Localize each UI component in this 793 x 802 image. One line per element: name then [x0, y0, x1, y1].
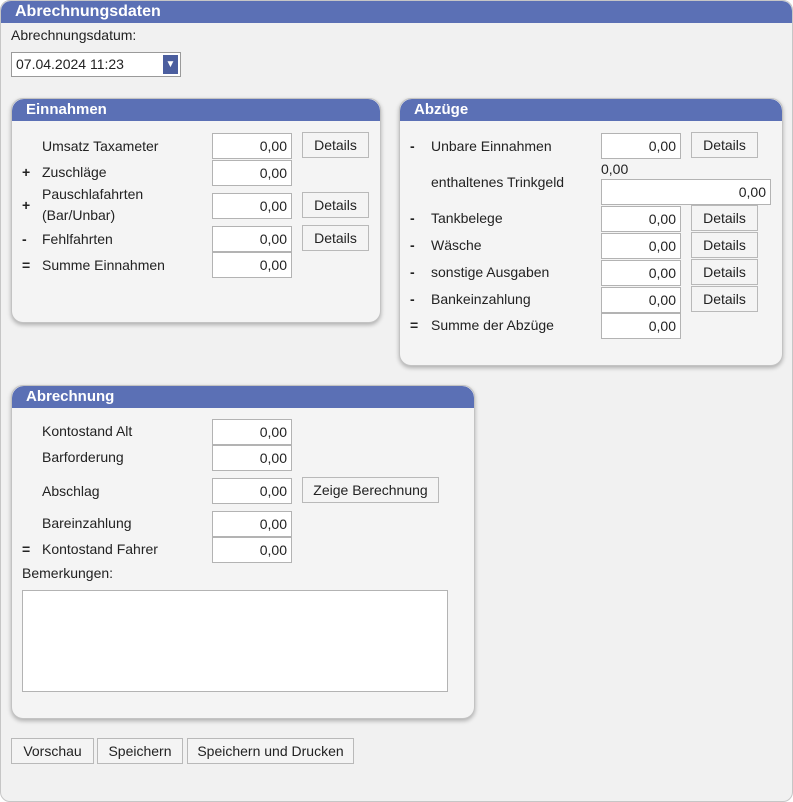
date-select[interactable]: 07.04.2024 11:23 ▼ [11, 52, 181, 77]
bemerkungen-label: Bemerkungen: [22, 565, 114, 581]
bank-field[interactable]: 0,00 [601, 287, 681, 313]
summe-abzuege-label: Summe der Abzüge [431, 317, 554, 333]
bank-details-button[interactable]: Details [691, 286, 758, 312]
pauschal-symbol: + [22, 197, 31, 213]
waesche-symbol: - [410, 237, 415, 253]
barforderung-field[interactable]: 0,00 [212, 445, 292, 471]
waesche-details-button[interactable]: Details [691, 232, 758, 258]
pauschal-field[interactable]: 0,00 [212, 193, 292, 219]
pauschal-label-line2: (Bar/Unbar) [42, 207, 116, 223]
unbare-symbol: - [410, 138, 415, 154]
sonstige-field[interactable]: 0,00 [601, 260, 681, 286]
fehlfahrten-field[interactable]: 0,00 [212, 226, 292, 252]
zuschlaege-label: Zuschläge [42, 164, 107, 180]
sonstige-symbol: - [410, 264, 415, 280]
date-select-value: 07.04.2024 11:23 [16, 56, 124, 72]
trinkgeld-info: 0,00 [601, 161, 629, 177]
trinkgeld-label: enthaltenes Trinkgeld [431, 174, 565, 190]
preview-button[interactable]: Vorschau [11, 738, 94, 764]
fehlfahrten-label: Fehlfahrten [42, 231, 113, 247]
umsatz-field[interactable]: 0,00 [212, 133, 292, 159]
bareinzahlung-field[interactable]: 0,00 [212, 511, 292, 537]
abzuege-panel: Abzüge - Unbare Einnahmen 0,00 Details 0… [399, 98, 783, 366]
save-print-button[interactable]: Speichern und Drucken [187, 738, 354, 764]
abrechnung-panel: Abrechnung Kontostand Alt 0,00 Barforder… [11, 385, 475, 719]
summe-einnahmen-label: Summe Einnahmen [42, 257, 165, 273]
abschlag-field[interactable]: 0,00 [212, 478, 292, 504]
fehlfahrten-symbol: - [22, 231, 27, 247]
waesche-field[interactable]: 0,00 [601, 233, 681, 259]
bareinzahlung-label: Bareinzahlung [42, 515, 132, 531]
tankbelege-details-button[interactable]: Details [691, 205, 758, 231]
kontostand-fahrer-label: Kontostand Fahrer [42, 541, 158, 557]
trinkgeld-field[interactable]: 0,00 [601, 179, 771, 205]
save-button[interactable]: Speichern [97, 738, 183, 764]
tankbelege-symbol: - [410, 210, 415, 226]
tankbelege-label: Tankbelege [431, 210, 503, 226]
einnahmen-panel: Einnahmen Umsatz Taxameter 0,00 Details … [11, 98, 381, 323]
fehlfahrten-details-button[interactable]: Details [302, 225, 369, 251]
window-title: Abrechnungsdaten [1, 1, 792, 23]
sonstige-label: sonstige Ausgaben [431, 264, 550, 280]
einnahmen-title: Einnahmen [12, 99, 380, 121]
main-window: Abrechnungsdaten Abrechnungsdatum: 07.04… [0, 0, 793, 802]
abschlag-label: Abschlag [42, 483, 100, 499]
kontostand-fahrer-field[interactable]: 0,00 [212, 537, 292, 563]
umsatz-details-button[interactable]: Details [302, 132, 369, 158]
umsatz-label: Umsatz Taxameter [42, 138, 159, 154]
barforderung-label: Barforderung [42, 449, 124, 465]
tankbelege-field[interactable]: 0,00 [601, 206, 681, 232]
bank-label: Bankeinzahlung [431, 291, 531, 307]
summe-einnahmen-field[interactable]: 0,00 [212, 252, 292, 278]
zuschlaege-symbol: + [22, 164, 31, 180]
kontostand-alt-label: Kontostand Alt [42, 423, 133, 439]
unbare-label: Unbare Einnahmen [431, 138, 552, 154]
waesche-label: Wäsche [431, 237, 482, 253]
zuschlaege-field[interactable]: 0,00 [212, 160, 292, 186]
sonstige-details-button[interactable]: Details [691, 259, 758, 285]
kontostand-fahrer-symbol: = [22, 541, 31, 557]
unbare-details-button[interactable]: Details [691, 132, 758, 158]
bank-symbol: - [410, 291, 415, 307]
bemerkungen-textarea[interactable] [22, 590, 448, 692]
summe-einnahmen-symbol: = [22, 257, 31, 273]
unbare-field[interactable]: 0,00 [601, 133, 681, 159]
abzuege-title: Abzüge [400, 99, 782, 121]
pauschal-label-line1: Pauschlafahrten [42, 186, 144, 202]
summe-abzuege-field[interactable]: 0,00 [601, 313, 681, 339]
abrechnung-title: Abrechnung [12, 386, 474, 408]
kontostand-alt-field[interactable]: 0,00 [212, 419, 292, 445]
summe-abzuege-symbol: = [410, 317, 419, 333]
zeige-berechnung-button[interactable]: Zeige Berechnung [302, 477, 439, 503]
chevron-down-icon[interactable]: ▼ [163, 55, 178, 74]
date-label: Abrechnungsdatum: [11, 27, 137, 43]
pauschal-details-button[interactable]: Details [302, 192, 369, 218]
